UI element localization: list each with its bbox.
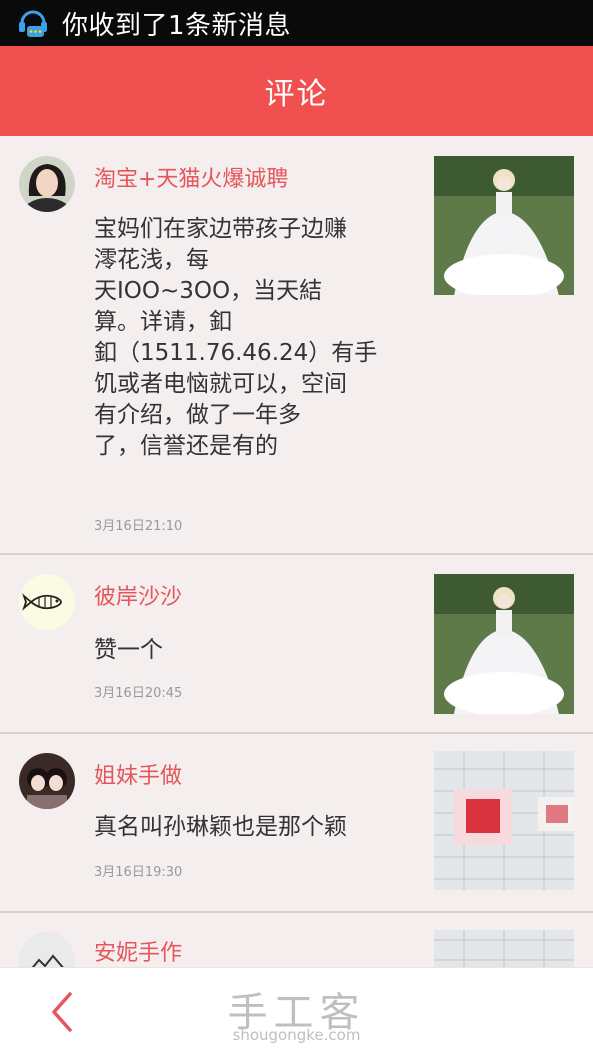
comment-time: 3月16日19:30 xyxy=(94,865,183,880)
comment-row[interactable]: 姐妹手做 真名叫孙琳颖也是那个颖 3月16日19:30 xyxy=(0,734,593,913)
avatar[interactable] xyxy=(19,574,75,630)
comment-text: 真名叫孙琳颖也是那个颖 xyxy=(94,814,347,840)
comment-row[interactable]: 彼岸沙沙 赞一个 3月16日20:45 xyxy=(0,555,593,734)
status-bar: 你收到了1条新消息 xyxy=(0,0,593,46)
comment-time: 3月16日21:10 xyxy=(94,519,183,534)
avatar-image xyxy=(19,932,75,967)
avatar-image xyxy=(19,156,75,212)
comment-row[interactable]: 安妮手作 xyxy=(0,913,593,967)
project-thumbnail[interactable] xyxy=(434,156,574,295)
comment-list[interactable]: 淘宝+天猫火爆诚聘 宝妈们在家边带孩子边赚 澪花浅，每 天IOO~3OO，当天結… xyxy=(0,136,593,967)
commenter-name[interactable]: 安妮手作 xyxy=(94,935,182,967)
stamp-image xyxy=(434,751,574,890)
notification-text: 你收到了1条新消息 xyxy=(62,10,292,41)
comment-text: 宝妈们在家边带孩子边赚 澪花浅，每 天IOO~3OO，当天結 算。详请，釦 釦（… xyxy=(94,216,378,459)
commenter-name[interactable]: 淘宝+天猫火爆诚聘 xyxy=(94,161,288,193)
project-image xyxy=(434,930,574,967)
project-thumbnail[interactable] xyxy=(434,930,574,967)
doll-image xyxy=(434,574,574,714)
avatar[interactable] xyxy=(19,156,75,212)
commenter-name[interactable]: 彼岸沙沙 xyxy=(94,579,182,611)
bottom-bar: 手工客 shougongke.com xyxy=(0,967,593,1055)
comment-text: 赞一个 xyxy=(94,637,163,663)
avatar-image xyxy=(19,753,75,809)
notification-chat-icon xyxy=(19,10,47,37)
title-bar: 评论 xyxy=(0,46,593,136)
comment-time: 3月16日20:45 xyxy=(94,686,183,701)
avatar[interactable] xyxy=(19,932,75,967)
doll-image xyxy=(434,156,574,295)
page-title: 评论 xyxy=(264,77,329,112)
fish-icon xyxy=(19,574,75,630)
avatar[interactable] xyxy=(19,753,75,809)
brand-logo-url: shougongke.com xyxy=(232,1026,361,1044)
project-thumbnail[interactable] xyxy=(434,574,574,714)
project-thumbnail[interactable] xyxy=(434,751,574,890)
commenter-name[interactable]: 姐妹手做 xyxy=(94,758,182,790)
comment-row[interactable]: 淘宝+天猫火爆诚聘 宝妈们在家边带孩子边赚 澪花浅，每 天IOO~3OO，当天結… xyxy=(0,136,593,555)
